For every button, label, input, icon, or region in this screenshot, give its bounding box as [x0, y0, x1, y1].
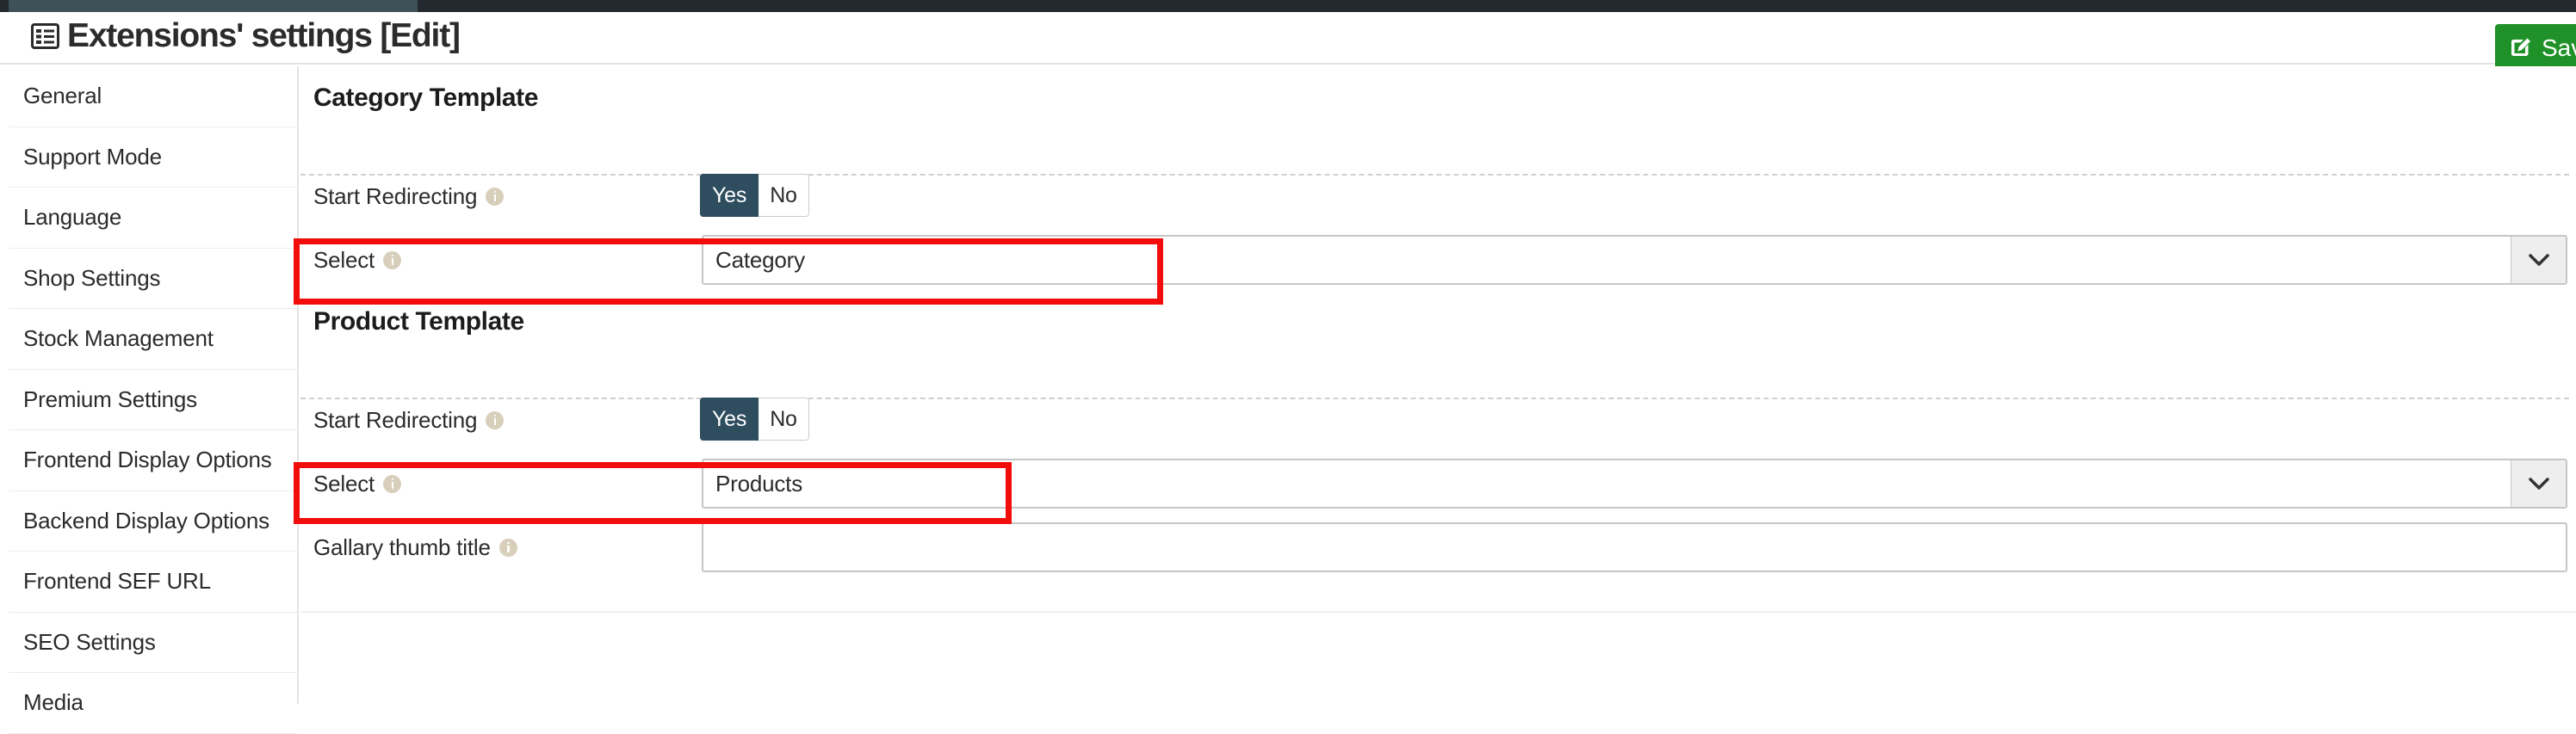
sidebar-item-label: Frontend Display Options [23, 447, 272, 473]
sidebar-item-media[interactable]: Media [9, 673, 297, 734]
section-heading-category-template: Category Template [313, 83, 539, 112]
sidebar-item-label: Media [23, 689, 84, 716]
section-divider-product [300, 398, 2569, 399]
info-icon[interactable] [498, 538, 517, 557]
field-label-text: Start Redirecting [313, 182, 478, 209]
sidebar-item-label: Frontend SEF URL [23, 568, 211, 595]
field-label-text: Select [313, 246, 375, 273]
sidebar-item-stock-management[interactable]: Stock Management [9, 309, 297, 370]
sidebar-item-label: Premium Settings [23, 386, 197, 412]
field-label-text: Select [313, 470, 375, 497]
sidebar-item-support-mode[interactable]: Support Mode [9, 127, 297, 188]
sidebar-item-backend-display-options[interactable]: Backend Display Options [9, 491, 297, 552]
toggle-option-yes[interactable]: Yes [700, 174, 759, 217]
edit-square-icon [2509, 34, 2533, 63]
toggle-start-redirecting-product[interactable]: Yes No [700, 398, 809, 441]
sidebar-item-frontend-sef-url[interactable]: Frontend SEF URL [9, 552, 297, 613]
list-settings-icon [31, 23, 59, 49]
sidebar-item-premium-settings[interactable]: Premium Settings [9, 370, 297, 430]
sidebar-item-label: Backend Display Options [23, 507, 269, 534]
sidebar-item-frontend-display-options[interactable]: Frontend Display Options [9, 430, 297, 491]
field-label-text: Start Redirecting [313, 406, 478, 433]
sidebar-item-label: SEO Settings [23, 628, 156, 655]
select-value: Category [715, 246, 805, 273]
section-heading-product-template: Product Template [313, 307, 524, 336]
sidebar-item-general[interactable]: General [9, 66, 297, 127]
field-label-select-product: Select [313, 459, 402, 509]
toggle-start-redirecting-category[interactable]: Yes No [700, 174, 809, 217]
info-icon[interactable] [486, 187, 505, 206]
field-label-gallary-thumb-title: Gallary thumb title [313, 522, 517, 572]
page-title-text: Extensions' settings [Edit] [67, 17, 461, 54]
select-category-template[interactable]: Category [702, 235, 2567, 285]
select-product-template[interactable]: Products [702, 459, 2567, 509]
field-label-start-redirecting-category: Start Redirecting [313, 175, 505, 218]
sidebar-item-seo-settings[interactable]: SEO Settings [9, 613, 297, 673]
page-title: Extensions' settings [Edit] [31, 17, 461, 55]
save-button[interactable]: Save [2495, 24, 2576, 72]
select-value: Products [715, 470, 803, 497]
page-header: Extensions' settings [Edit] Save [0, 12, 2576, 72]
browser-active-tab-strip [9, 0, 418, 12]
sidebar-item-label: Shop Settings [23, 264, 161, 291]
sidebar-item-label: General [23, 83, 102, 109]
info-icon[interactable] [383, 250, 402, 269]
chevron-down-icon[interactable] [2511, 237, 2566, 283]
toggle-option-yes[interactable]: Yes [700, 398, 759, 441]
sidebar-item-label: Language [23, 204, 122, 231]
save-button-label: Save [2542, 34, 2576, 61]
browser-top-strip [0, 0, 2576, 12]
sidebar-item-language[interactable]: Language [9, 188, 297, 249]
field-label-text: Gallary thumb title [313, 534, 491, 560]
toggle-option-no[interactable]: No [759, 174, 809, 217]
sidebar-item-label: Stock Management [23, 325, 214, 352]
field-label-start-redirecting-product: Start Redirecting [313, 398, 505, 441]
gallary-thumb-title-input[interactable] [702, 522, 2567, 572]
settings-content-panel: Category Template Start Redirecting Yes … [300, 66, 2576, 704]
toggle-option-no[interactable]: No [759, 398, 809, 441]
sidebar-item-shop-settings[interactable]: Shop Settings [9, 249, 297, 309]
section-bottom-divider [300, 611, 2576, 613]
sidebar-item-label: Support Mode [23, 143, 162, 170]
info-icon[interactable] [486, 410, 505, 429]
field-label-select-category: Select [313, 235, 402, 285]
info-icon[interactable] [383, 474, 402, 493]
section-divider-category [300, 174, 2569, 176]
settings-sidebar: General Support Mode Language Shop Setti… [9, 66, 299, 734]
chevron-down-icon[interactable] [2511, 460, 2566, 507]
